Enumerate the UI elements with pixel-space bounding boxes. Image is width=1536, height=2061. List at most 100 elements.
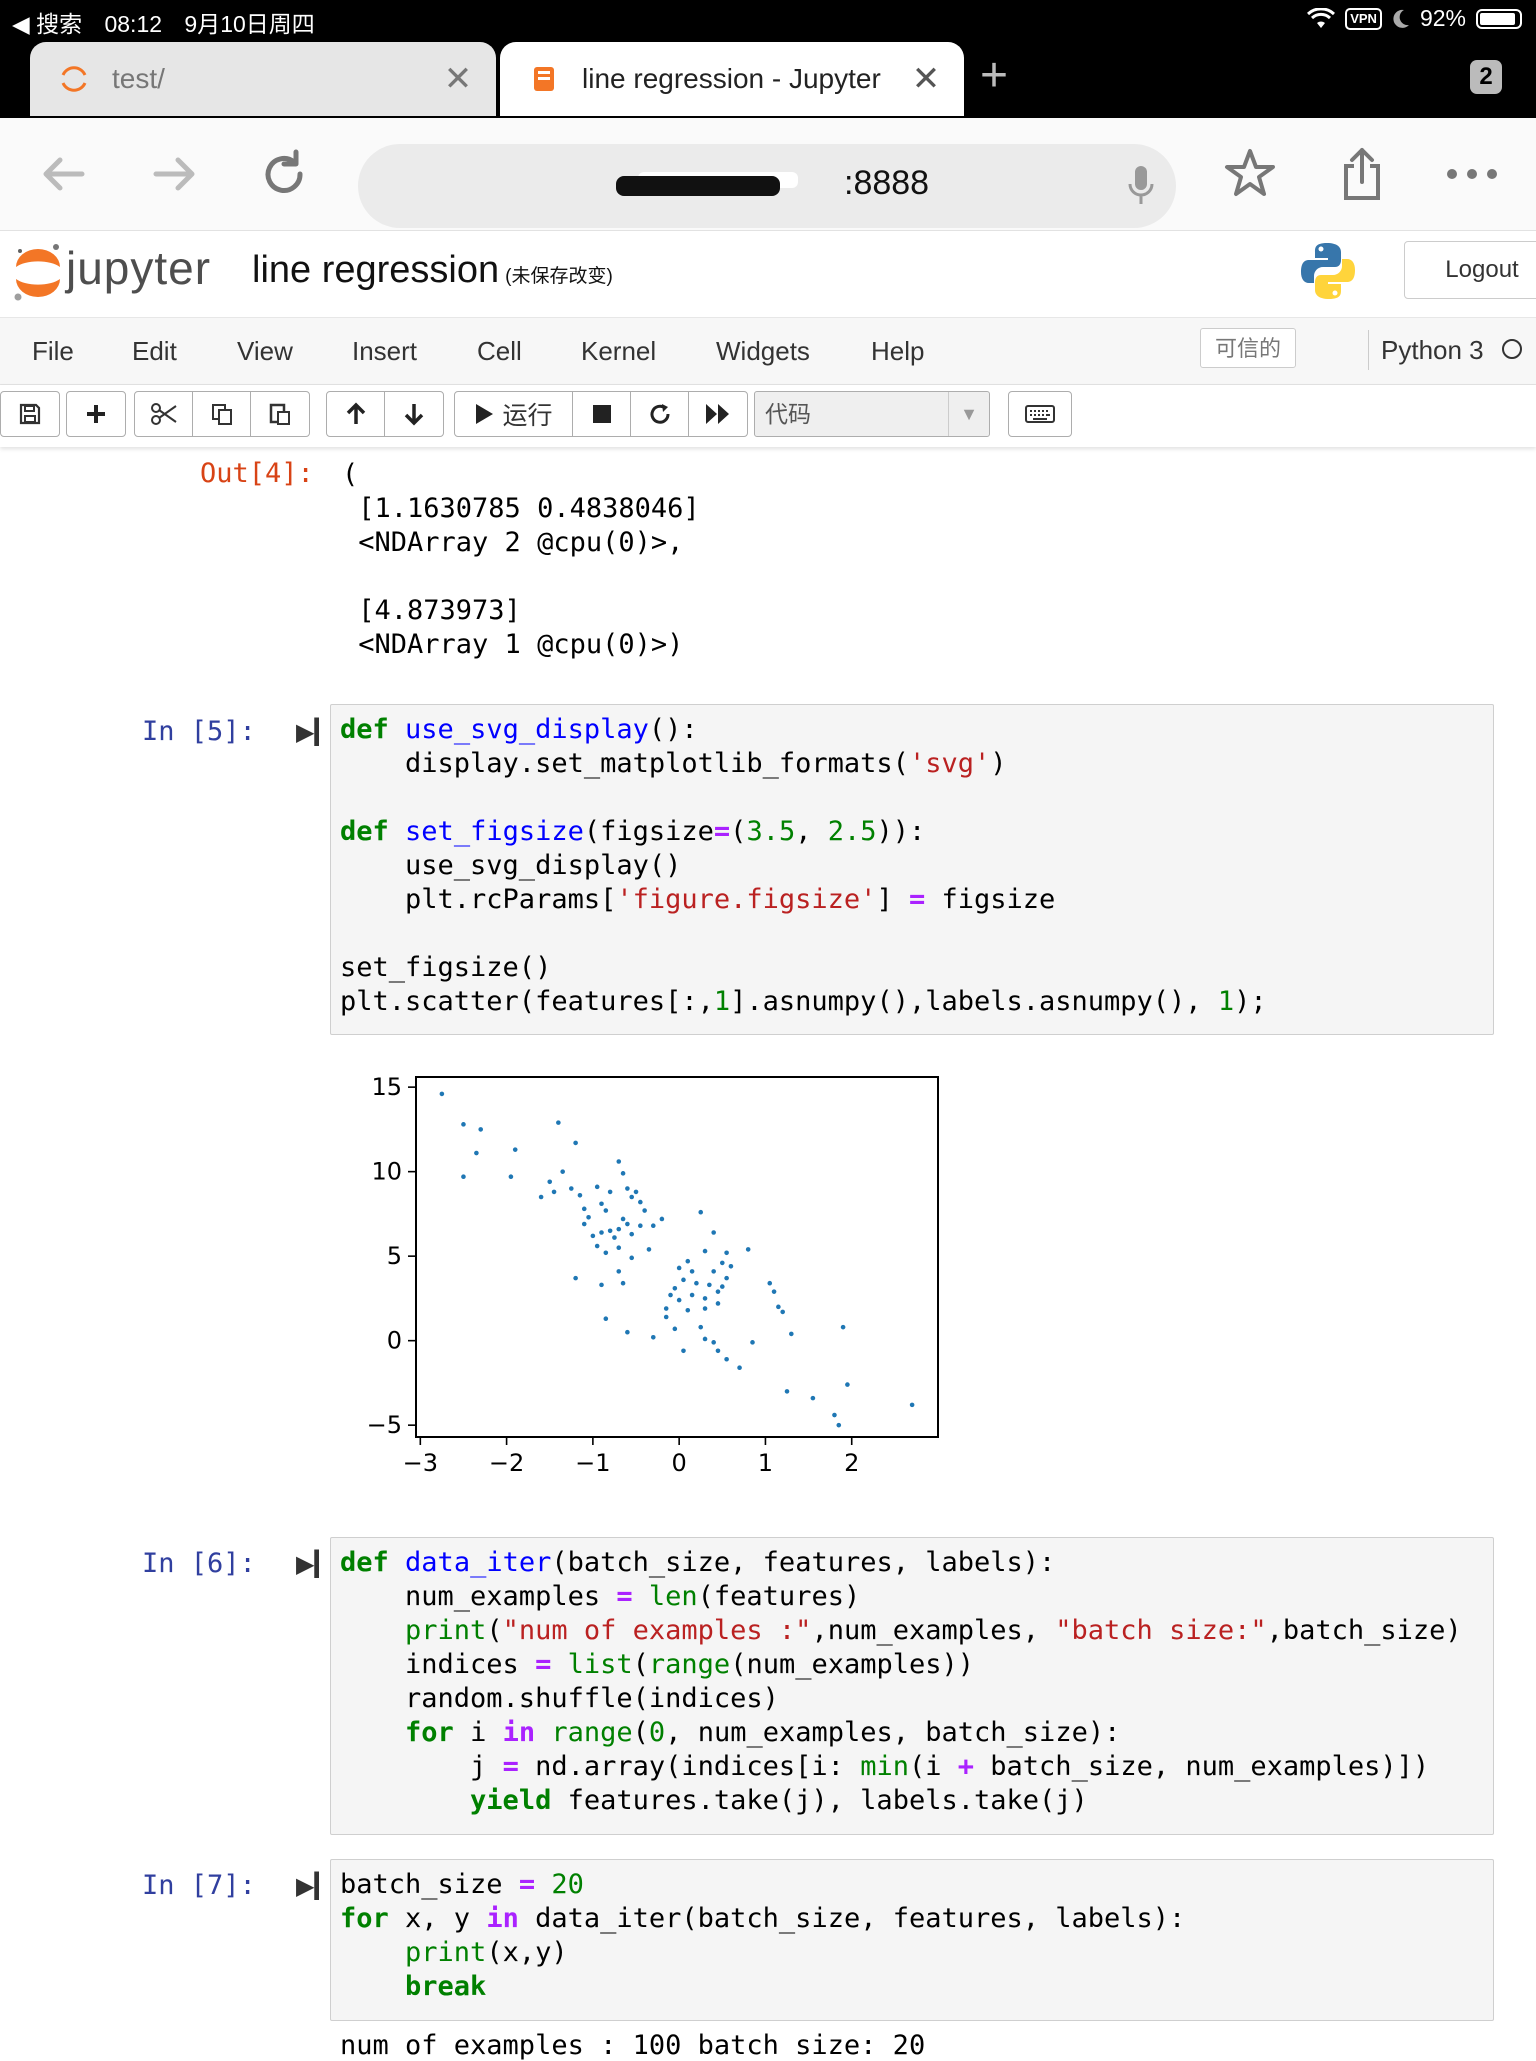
menu-help[interactable]: Help [871, 336, 924, 367]
scatter-point [715, 1289, 721, 1294]
scatter-point [551, 1189, 557, 1195]
insert-cell-button[interactable] [67, 392, 125, 436]
microphone-icon[interactable] [1126, 164, 1156, 208]
run-cell-icon[interactable]: ▶︎▎ [296, 1872, 333, 1901]
battery-percent: 92% [1419, 5, 1466, 31]
code-editor[interactable]: batch_size = 20 for x, y in data_iter(ba… [331, 1860, 1493, 2004]
code-editor[interactable]: def data_iter(batch_size, features, labe… [331, 1538, 1493, 1818]
scatter-point [633, 1189, 639, 1195]
restart-kernel-button[interactable] [631, 392, 689, 436]
new-tab-plus-icon[interactable]: + [980, 52, 1008, 100]
scatter-point [789, 1331, 794, 1337]
scatter-point [694, 1280, 699, 1286]
save-button[interactable] [1, 392, 59, 436]
vpn-badge: VPN [1345, 7, 1382, 30]
interrupt-kernel-button[interactable] [573, 392, 631, 436]
move-cell-down-button[interactable] [385, 392, 443, 436]
move-group [326, 391, 444, 437]
unsaved-indicator: (未保存改变) [505, 266, 613, 287]
status-bar: ◀ 搜索 08:12 9月10日周四 VPN 92% [0, 0, 1536, 38]
restart-run-all-button[interactable] [689, 392, 747, 436]
back-arrow-icon[interactable] [36, 146, 92, 202]
scatter-point [547, 1179, 553, 1185]
scatter-point [685, 1307, 691, 1313]
run-cell-icon[interactable]: ▶︎▎ [296, 718, 333, 747]
close-tab-icon[interactable]: ✕ [438, 59, 478, 99]
bookmark-star-icon[interactable] [1222, 146, 1278, 202]
code-editor[interactable]: def use_svg_display(): display.set_matpl… [331, 705, 1493, 1019]
scatter-point [461, 1122, 466, 1127]
code-cell-6[interactable]: def data_iter(batch_size, features, labe… [330, 1537, 1494, 1835]
cut-button[interactable] [135, 392, 193, 436]
scatter-point [672, 1326, 678, 1332]
scatter-point [711, 1230, 716, 1235]
scatter-point [573, 1140, 578, 1146]
scatter-point [689, 1292, 695, 1298]
address-toolbar: :8888 [0, 118, 1536, 231]
paste-button[interactable] [251, 392, 309, 436]
code-cell-7[interactable]: batch_size = 20 for x, y in data_iter(ba… [330, 1859, 1494, 2021]
share-icon[interactable] [1334, 146, 1390, 202]
kernel-idle-indicator-icon [1502, 339, 1522, 359]
jupyter-logo-icon[interactable] [10, 239, 66, 305]
browser-tab-bar: test/ ✕ line regression - Jupyter ✕ + 2 [0, 38, 1536, 118]
y-tick-label: 5 [387, 1242, 402, 1270]
menu-kernel[interactable]: Kernel [581, 336, 656, 367]
url-field[interactable]: :8888 [358, 144, 1176, 228]
scatter-point [616, 1245, 622, 1251]
move-cell-up-button[interactable] [327, 392, 385, 436]
close-tab-icon[interactable]: ✕ [906, 59, 946, 99]
paste-icon [269, 403, 290, 425]
scatter-point [845, 1382, 850, 1387]
scatter-point [840, 1324, 846, 1330]
menu-view[interactable]: View [237, 336, 293, 367]
y-tick-label: 15 [371, 1073, 402, 1101]
browser-tab-test[interactable]: test/ ✕ [30, 42, 496, 116]
menu-insert[interactable]: Insert [352, 336, 417, 367]
menu-cell[interactable]: Cell [477, 336, 522, 367]
restart-icon [650, 404, 670, 424]
scatter-point [728, 1263, 734, 1269]
logout-button[interactable]: Logout [1404, 241, 1536, 299]
y-tick-label: 0 [387, 1327, 402, 1355]
run-cell-icon[interactable]: ▶︎▎ [296, 1550, 333, 1579]
code-cell-5[interactable]: def use_svg_display(): display.set_matpl… [330, 704, 1494, 1035]
python-logo-icon [1301, 243, 1355, 299]
back-to-app-link[interactable]: ◀ 搜索 [12, 11, 82, 37]
browser-tab-line-regression[interactable]: line regression - Jupyter ✕ [500, 42, 964, 116]
scatter-point [836, 1422, 842, 1428]
notebook-favicon-icon [534, 67, 554, 91]
menu-widgets[interactable]: Widgets [716, 336, 810, 367]
more-options-icon[interactable] [1444, 146, 1500, 202]
scatter-point [538, 1194, 544, 1200]
cell-type-select[interactable]: 代码 ▼ [754, 391, 990, 437]
copy-icon [211, 404, 232, 425]
scatter-point [612, 1235, 617, 1240]
save-group [0, 391, 60, 437]
kernel-name[interactable]: Python 3 [1368, 330, 1484, 370]
menu-edit[interactable]: Edit [132, 336, 177, 367]
jupyter-logo-text[interactable]: jupyter [66, 241, 211, 295]
scatter-point [599, 1201, 604, 1207]
copy-button[interactable] [193, 392, 251, 436]
stop-icon [592, 405, 611, 423]
scatter-point [676, 1297, 682, 1303]
input-prompt: In [7]: [142, 1870, 256, 1901]
command-palette-button[interactable] [1008, 391, 1072, 437]
scatter-point [603, 1208, 609, 1213]
keyboard-icon [1025, 405, 1055, 423]
run-button[interactable]: 运行 [455, 392, 573, 436]
scatter-point [620, 1280, 626, 1286]
scatter-point [698, 1209, 704, 1215]
scatter-point [750, 1340, 755, 1345]
forward-arrow-icon[interactable] [146, 146, 202, 202]
notebook-title[interactable]: line regression (未保存改变) [252, 249, 613, 292]
tab-count-button[interactable]: 2 [1470, 60, 1502, 94]
scatter-point [629, 1231, 635, 1237]
reload-icon[interactable] [256, 146, 312, 202]
scatter-point [603, 1250, 609, 1256]
scatter-point [603, 1316, 609, 1321]
menu-file[interactable]: File [32, 336, 74, 367]
scatter-point [715, 1301, 721, 1306]
trusted-notebook-badge[interactable]: 可信的 [1200, 328, 1296, 368]
